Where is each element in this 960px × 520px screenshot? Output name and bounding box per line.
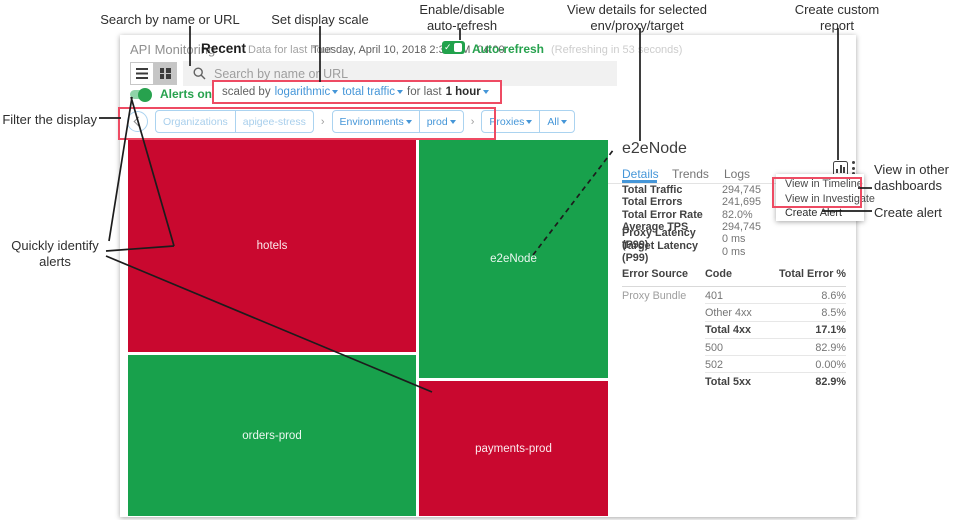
treemap-cell-hotels[interactable]: hotels: [128, 140, 416, 352]
display-scale-controls: scaled by logarithmic total traffic for …: [212, 80, 502, 104]
stat-row: Target Latency (P99)0 ms: [622, 245, 842, 257]
grid-icon: [160, 68, 171, 79]
annotation-create-report: Create custom report: [791, 2, 883, 34]
panel-title: e2eNode: [622, 140, 687, 158]
range-dropdown[interactable]: 1 hour: [446, 86, 489, 98]
list-icon: [136, 68, 148, 79]
annotation-filter-display: Filter the display: [0, 112, 97, 128]
table-row: 50082.9%: [622, 339, 846, 356]
cell-label: payments-prod: [475, 443, 552, 455]
table-row-total-4xx: Total 4xx17.1%: [622, 322, 846, 339]
error-source-table: Error Source Code Total Error % Proxy Bu…: [622, 268, 846, 391]
metric-dropdown[interactable]: total traffic: [342, 86, 403, 98]
list-view-button[interactable]: [130, 62, 154, 85]
annotation-set-scale: Set display scale: [260, 12, 380, 28]
annotation-search: Search by name or URL: [95, 12, 245, 28]
toggle-knob: [138, 88, 152, 102]
menu-item-create-alert[interactable]: Create Alert: [776, 206, 864, 221]
check-icon: ✓: [444, 41, 452, 54]
table-row: 5020.00%: [622, 356, 846, 373]
more-options-button[interactable]: [852, 161, 855, 175]
table-row-total-5xx: Total 5xx82.9%: [622, 373, 846, 390]
toggle-knob: [454, 43, 462, 52]
annotation-autorefresh: Enable/disable auto-refresh: [412, 2, 512, 34]
chevron-down-icon: [526, 120, 532, 124]
scale-dropdown[interactable]: logarithmic: [275, 86, 339, 98]
filter-callout-box: [118, 107, 496, 140]
chevron-down-icon: [561, 120, 567, 124]
cell-label: e2eNode: [490, 253, 537, 265]
treemap-cell-e2enode[interactable]: e2eNode: [419, 140, 608, 378]
search-placeholder: Search by name or URL: [214, 67, 348, 81]
chevron-down-icon: [332, 90, 338, 94]
annotation-other-dashboards: View in other dashboards: [874, 162, 960, 194]
nav-section-recent[interactable]: Recent: [201, 41, 246, 56]
table-row: Proxy Bundle4018.6%: [622, 287, 846, 304]
annotation-identify-alerts: Quickly identify alerts: [5, 238, 105, 270]
autorefresh-label: Auto-refresh: [472, 42, 544, 56]
cell-label: orders-prod: [242, 430, 301, 442]
treemap-cell-payments-prod[interactable]: payments-prod: [419, 381, 608, 516]
treemap-cell-orders-prod[interactable]: orders-prod: [128, 355, 416, 516]
autorefresh-toggle[interactable]: ✓: [442, 41, 465, 54]
annotation-create-alert: Create alert: [874, 205, 960, 221]
cell-label: hotels: [257, 240, 288, 252]
alerts-only-toggle[interactable]: [130, 90, 150, 99]
for-last-label: for last: [407, 86, 442, 98]
bar-chart-icon: [836, 169, 838, 173]
tab-logs[interactable]: Logs: [724, 167, 750, 181]
tab-details[interactable]: Details: [622, 167, 659, 181]
scaled-by-label: scaled by: [222, 86, 271, 98]
breadcrumb-proxy-value[interactable]: All: [539, 111, 574, 132]
search-icon: [193, 67, 206, 80]
annotation-view-details: View details for selected env/proxy/targ…: [562, 2, 712, 34]
table-header: Error Source Code Total Error %: [622, 268, 846, 287]
refresh-countdown: (Refreshing in 53 seconds): [551, 44, 682, 56]
table-row: Other 4xx8.5%: [622, 304, 846, 321]
dashboards-callout-box: [772, 177, 862, 208]
chevron-down-icon: [483, 90, 489, 94]
chevron-down-icon: [397, 90, 403, 94]
grid-view-button[interactable]: [153, 62, 177, 85]
tab-trends[interactable]: Trends: [672, 167, 709, 181]
